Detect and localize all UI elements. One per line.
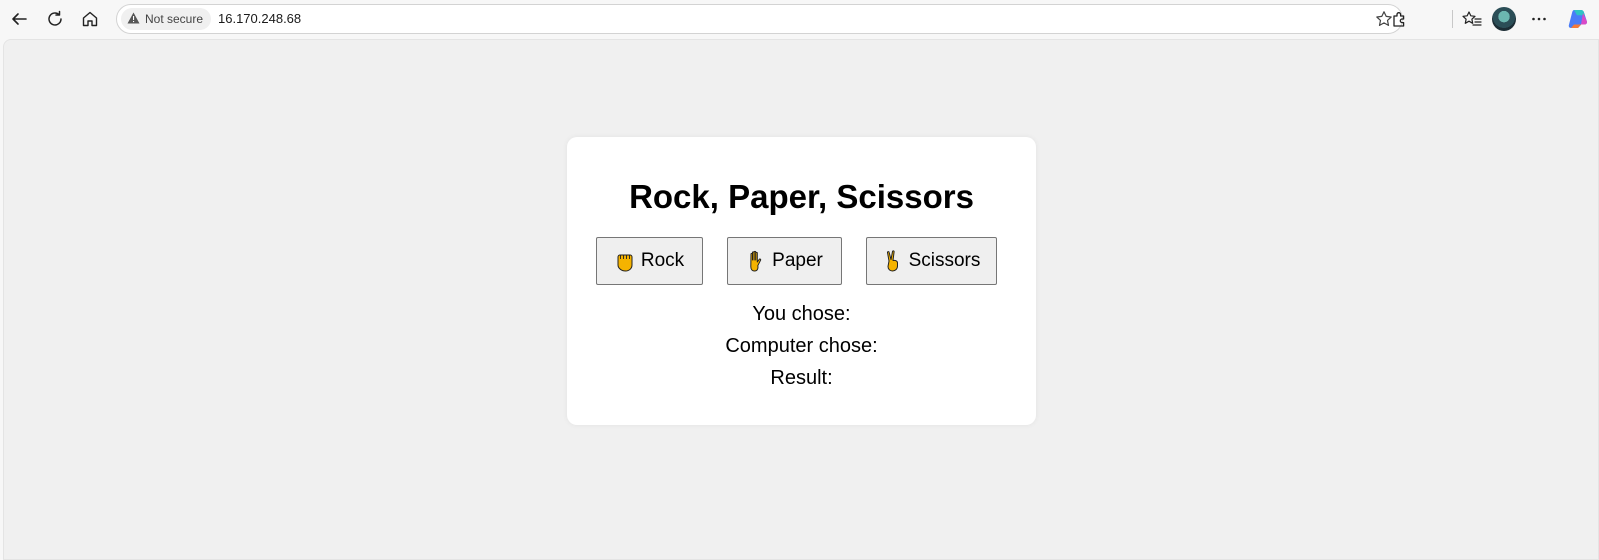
- paper-button-label: Paper: [772, 250, 823, 271]
- rock-button-label: Rock: [640, 250, 685, 271]
- paper-button[interactable]: Paper: [727, 237, 842, 285]
- fist-icon: [615, 250, 635, 272]
- url-text[interactable]: 16.170.248.68: [218, 11, 301, 27]
- refresh-icon[interactable]: [42, 6, 68, 32]
- more-icon[interactable]: [1526, 6, 1552, 32]
- game-card: Rock, Paper, Scissors Rock Paper Scissor…: [567, 137, 1036, 425]
- back-icon[interactable]: [6, 6, 32, 32]
- victory-hand-icon: [883, 250, 903, 272]
- rock-button[interactable]: Rock: [596, 237, 703, 285]
- address-bar[interactable]: Not secure 16.170.248.68: [116, 4, 1403, 34]
- result-label: Result:: [770, 367, 833, 389]
- security-indicator[interactable]: Not secure: [121, 8, 212, 30]
- favorites-icon[interactable]: [1459, 6, 1485, 32]
- extensions-icon[interactable]: [1386, 6, 1412, 32]
- scissors-button[interactable]: Scissors: [866, 237, 997, 285]
- page-title: Rock, Paper, Scissors: [629, 178, 974, 215]
- copilot-icon[interactable]: [1566, 7, 1590, 31]
- warning-icon: [127, 12, 140, 27]
- computer-chose-label: Computer chose:: [725, 335, 878, 357]
- browser-toolbar: Not secure 16.170.248.68: [0, 0, 1599, 39]
- page-viewport: Rock, Paper, Scissors Rock Paper Scissor…: [3, 39, 1599, 560]
- raised-hand-icon: [746, 250, 766, 272]
- toolbar-separator: [1452, 10, 1453, 28]
- home-icon[interactable]: [77, 6, 103, 32]
- you-chose-label: You chose:: [752, 303, 851, 325]
- scissors-button-label: Scissors: [908, 250, 981, 271]
- security-label: Not secure: [145, 12, 204, 26]
- profile-avatar[interactable]: [1492, 7, 1516, 31]
